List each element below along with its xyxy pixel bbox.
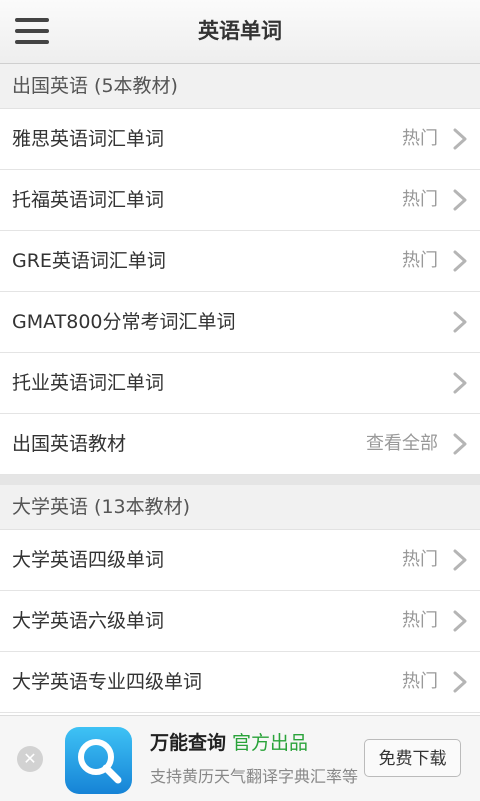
section-header-study-abroad: 出国英语 (5本教材) [0,64,480,109]
list-item-gre[interactable]: GRE英语词汇单词 热门 [0,231,480,292]
page-title: 英语单词 [198,19,282,43]
chevron-right-icon [453,671,467,693]
list-item-study-abroad-textbooks[interactable]: 出国英语教材 查看全部 [0,414,480,475]
chevron-right-icon [453,549,467,571]
hot-badge: 热门 [402,671,438,692]
list-item-cet6[interactable]: 大学英语六级单词 热门 [0,591,480,652]
chevron-right-icon [453,372,467,394]
free-download-button[interactable]: 免费下载 [364,739,461,777]
ad-description: 支持黄历天气翻译字典汇率等 [150,767,359,786]
hot-badge: 热门 [402,128,438,149]
top-app-bar: 英语单词 [0,0,480,64]
section-divider [0,475,480,485]
chevron-right-icon [453,433,467,455]
list-item-cet4[interactable]: 大学英语四级单词 热门 [0,530,480,591]
list-item-label: 托业英语词汇单词 [12,372,165,394]
chevron-right-icon [453,189,467,211]
ad-app-name: 万能查询 [150,732,227,754]
list-item-toefl[interactable]: 托福英语词汇单词 热门 [0,170,480,231]
list-item-toeic[interactable]: 托业英语词汇单词 [0,353,480,414]
hot-badge: 热门 [402,250,438,271]
close-icon[interactable]: ✕ [17,746,43,772]
hot-badge: 热门 [402,189,438,210]
list-item-label: 大学英语六级单词 [12,610,165,632]
magnifier-app-icon [65,727,132,794]
chevron-right-icon [453,250,467,272]
word-book-list: 出国英语 (5本教材) 雅思英语词汇单词 热门 托福英语词汇单词 热门 GRE英… [0,64,480,713]
list-item-label: 出国英语教材 [12,433,127,455]
list-item-label: GMAT800分常考词汇单词 [12,311,236,333]
list-item-tem4[interactable]: 大学英语专业四级单词 热门 [0,652,480,713]
ad-title: 万能查询 官方出品 [150,728,308,755]
list-item-label: 托福英语词汇单词 [12,189,165,211]
view-all-link[interactable]: 查看全部 [366,414,438,474]
list-item-label: 雅思英语词汇单词 [12,128,165,150]
list-item-gmat[interactable]: GMAT800分常考词汇单词 [0,292,480,353]
list-item-label: 大学英语四级单词 [12,549,165,571]
chevron-right-icon [453,610,467,632]
ad-official-tag: 官方出品 [232,732,309,754]
list-item-ielts[interactable]: 雅思英语词汇单词 热门 [0,109,480,170]
section-header-college-english: 大学英语 (13本教材) [0,485,480,530]
hot-badge: 热门 [402,549,438,570]
list-item-label: 大学英语专业四级单词 [12,671,203,693]
ad-banner[interactable]: ✕ 万能查询 官方出品 支持黄历天气翻译字典汇率等 免费下载 [0,715,480,801]
chevron-right-icon [453,128,467,150]
chevron-right-icon [453,311,467,333]
list-item-label: GRE英语词汇单词 [12,250,166,272]
hot-badge: 热门 [402,610,438,631]
